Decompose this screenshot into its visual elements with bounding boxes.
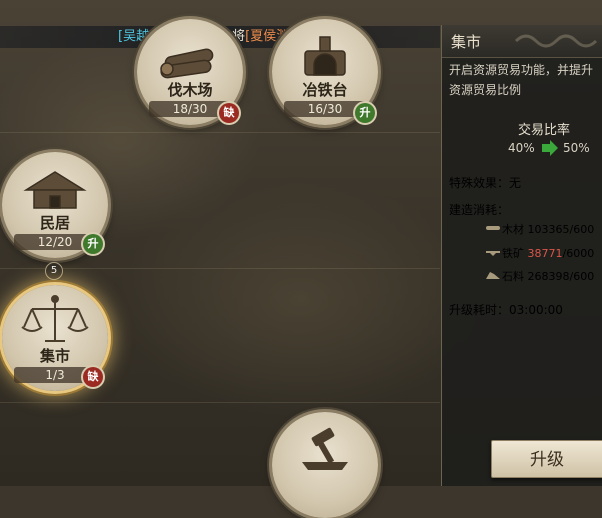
header-ornament: [514, 34, 598, 48]
divider: [0, 402, 440, 403]
cost-have-insufficient: 38771: [527, 247, 563, 260]
upgrade-badge: 升: [355, 103, 375, 123]
scale-icon: [21, 295, 89, 342]
building-name: 冶铁台: [302, 81, 348, 99]
rate-label: 交易比率: [518, 123, 571, 138]
cost-name: 铁矿: [502, 247, 524, 260]
cost-row-stone: 石料 268398/600: [502, 268, 594, 284]
panel-title: 集市: [451, 33, 482, 51]
rate-to: 50%: [563, 141, 590, 155]
divider: [0, 132, 440, 133]
lacking-badge: 缺: [83, 367, 103, 387]
special-value: 无: [509, 176, 522, 190]
cost-name: 石料: [502, 270, 524, 283]
cost-have: 268398: [527, 270, 570, 283]
cost-need: /600: [569, 223, 595, 236]
rate-from: 40%: [508, 141, 535, 155]
time-value: 03:00:00: [509, 303, 563, 317]
special-effect-row: 特殊效果：无: [449, 174, 521, 191]
cost-need: /600: [569, 270, 595, 283]
logs-icon: [160, 48, 214, 79]
building-name: 民居: [39, 214, 70, 232]
time-label: 升级耗时：: [449, 303, 510, 317]
wood-icon: [486, 226, 500, 230]
cost-name: 木材: [502, 223, 524, 236]
building-partial[interactable]: [272, 412, 378, 518]
upgrade-badge: 升: [83, 234, 103, 254]
building-name: 集市: [39, 347, 70, 365]
house-icon: [23, 171, 87, 209]
hammer-anvil-icon: [302, 427, 348, 470]
panel-header: 集市: [442, 25, 602, 58]
furnace-icon: [304, 36, 346, 76]
cost-row-wood: 木材 103365/600: [502, 221, 594, 237]
iron-ore-icon: [486, 251, 500, 256]
upgrade-time-row: 升级耗时：03:00:00: [449, 301, 563, 318]
cost-row-iron: 铁矿 38771/6000: [502, 245, 594, 261]
building-name: 伐木场: [167, 81, 213, 99]
building-level: 16/30: [284, 101, 366, 117]
lacking-badge: 缺: [219, 103, 239, 123]
panel-description: 开启资源贸易功能，并提升资源贸易比例: [449, 63, 594, 97]
cost-need: /6000: [562, 247, 595, 260]
cost-have: 103365: [527, 223, 570, 236]
upgrade-button[interactable]: 升级: [491, 440, 602, 478]
cost-label: 建造消耗：: [449, 203, 510, 217]
special-label: 特殊效果：: [449, 176, 510, 190]
divider: [0, 268, 440, 269]
unlock-count-badge: 5: [45, 262, 63, 280]
arrow-right-icon: [542, 140, 558, 156]
stone-icon: [486, 272, 500, 279]
